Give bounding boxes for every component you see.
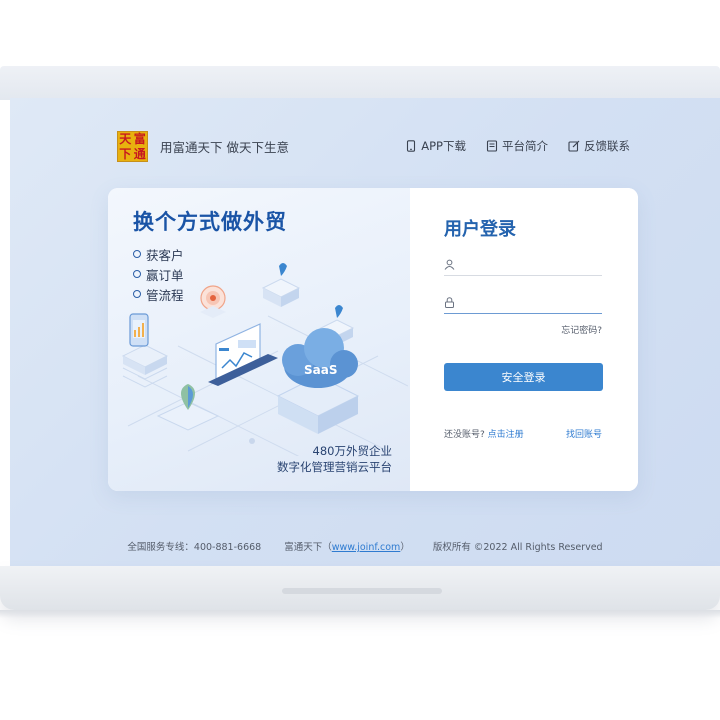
bullet-icon xyxy=(133,250,141,258)
saas-cloud: SaaS xyxy=(276,328,360,434)
username-input[interactable] xyxy=(461,258,591,271)
edit-icon xyxy=(568,140,580,152)
phone-icon xyxy=(407,140,416,152)
username-field[interactable] xyxy=(444,254,602,276)
login-title: 用户登录 xyxy=(444,219,516,240)
nav-app-download[interactable]: APP下载 xyxy=(405,138,466,154)
cube-illustration xyxy=(261,263,355,345)
promo-caption: 480万外贸企业 数字化管理营销云平台 xyxy=(277,444,392,474)
recover-account-link[interactable]: 找回账号 xyxy=(566,427,602,440)
company-logo: 天 富 下 通 xyxy=(117,131,148,162)
user-icon xyxy=(444,259,455,270)
device-shadow xyxy=(0,610,720,618)
forgot-password-link[interactable]: 忘记密码? xyxy=(561,323,602,336)
login-card: SaaS 换个方式做外贸 获客户 赢订单 管流程 480万外贸企业 数字化管理营… xyxy=(108,188,638,491)
promo-panel: SaaS 换个方式做外贸 获客户 赢订单 管流程 480万外贸企业 数字化管理营… xyxy=(108,188,410,491)
login-page: 天 富 下 通 用富通天下 做天下生意 APP下载 平台简介 反馈联系 SaaS… xyxy=(10,98,720,566)
feature-item: 获客户 xyxy=(133,244,184,264)
saas-label: SaaS xyxy=(304,363,337,377)
top-nav: APP下载 平台简介 反馈联系 xyxy=(405,138,630,154)
password-input[interactable] xyxy=(461,296,591,309)
device-frame-top xyxy=(0,66,720,100)
bullet-icon xyxy=(133,290,141,298)
feature-item: 赢订单 xyxy=(133,264,184,284)
slogan: 用富通天下 做天下生意 xyxy=(160,140,289,155)
dashboard-illustration xyxy=(208,323,278,386)
feature-list: 获客户 赢订单 管流程 xyxy=(133,244,184,304)
promo-title: 换个方式做外贸 xyxy=(133,210,287,234)
nav-platform-intro[interactable]: 平台简介 xyxy=(486,138,548,154)
footer: 全国服务专线：400-881-6668 富通天下（www.joinf.com） … xyxy=(10,539,720,553)
copyright: 版权所有 ©2022 All Rights Reserved xyxy=(432,542,603,553)
login-button[interactable]: 安全登录 xyxy=(444,363,603,391)
document-icon xyxy=(486,140,498,152)
phone-illustration xyxy=(129,313,149,347)
register-row: 还没账号? 点击注册 xyxy=(444,430,524,440)
lock-icon xyxy=(445,297,454,308)
nav-feedback[interactable]: 反馈联系 xyxy=(568,138,630,154)
hotline: 全国服务专线：400-881-6668 xyxy=(127,542,262,553)
device-notch xyxy=(282,588,442,594)
register-link[interactable]: 点击注册 xyxy=(488,430,524,440)
login-form: 用户登录 忘记密码? 安全登录 还没账号? 点击注册 找回账号 xyxy=(410,188,638,491)
company-info: 富通天下（www.joinf.com） xyxy=(284,542,410,553)
password-field[interactable] xyxy=(444,292,602,314)
website-link[interactable]: www.joinf.com xyxy=(332,542,401,553)
server-stack xyxy=(121,344,169,388)
bullet-icon xyxy=(133,270,141,278)
device-frame-bottom xyxy=(0,566,720,610)
target-illustration xyxy=(200,285,226,318)
feature-item: 管流程 xyxy=(133,284,184,304)
